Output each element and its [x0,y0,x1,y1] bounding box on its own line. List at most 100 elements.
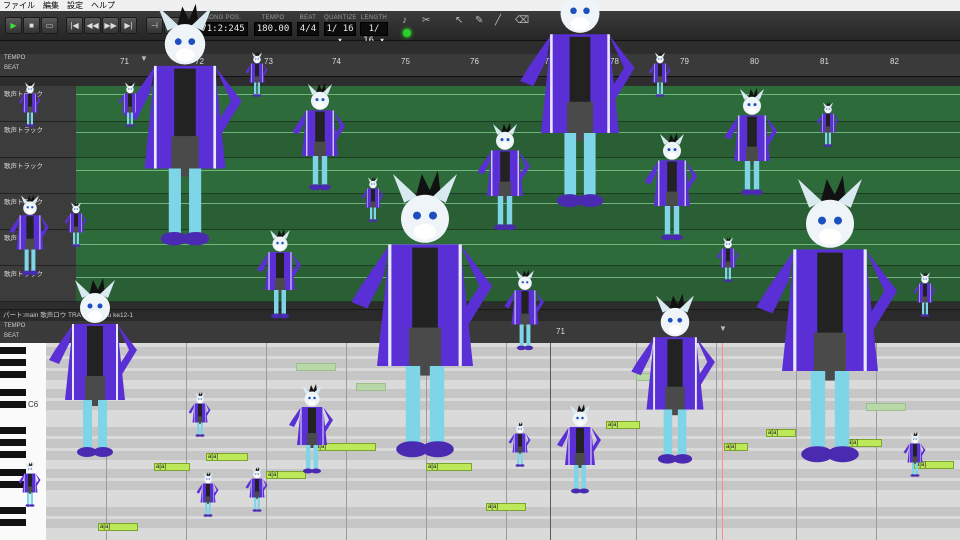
note[interactable]: a[a] [914,461,954,469]
note[interactable] [806,359,836,367]
note-lyric: a[a] [726,444,737,450]
note[interactable]: a[a] [314,443,376,451]
track-lane[interactable] [76,266,960,302]
stop-button[interactable]: ■ [23,17,40,34]
note-lyric: a[a] [208,454,219,460]
note-lyric: a[a] [848,440,859,446]
track-header[interactable]: 歌声トラック [0,194,76,230]
note-lyric: a[a] [268,472,279,478]
track-header[interactable]: 歌声トラック [0,122,76,158]
quantize-value[interactable]: 1/ 16 ▾ [324,22,356,46]
note-lyric: a[a] [156,464,167,470]
bar-number: 82 [890,57,899,66]
note[interactable]: a[a] [206,453,248,461]
note[interactable] [356,383,386,391]
tempo-row-label: TEMPO [4,323,26,329]
beat-value[interactable]: 4/4 [297,22,319,36]
tempo-row-label: TEMPO [4,55,26,61]
menu-file[interactable]: ファイル [3,0,35,11]
playhead-marker-icon[interactable]: ▼ [140,54,148,63]
bar-number: 71 [120,57,129,66]
track-name: 歌声トラック [4,235,43,242]
length-select: LENGTH 1/ 16 ▾ [360,15,388,46]
tempo-value[interactable]: 180.00 [254,22,292,36]
note-lyric: a[a] [100,524,111,530]
note-lyric: a[a] [768,430,779,436]
track-header[interactable]: 歌声トラック [0,230,76,266]
note[interactable]: a[a] [724,443,748,451]
tempo-label: TEMPO [261,15,285,21]
bar-number: 78 [610,57,619,66]
note-lyric: a[a] [488,504,499,510]
play-button[interactable]: ▶ [5,17,22,34]
go-start-button[interactable]: |◀ [66,17,83,34]
note-lyric: a[a] [608,422,619,428]
note-lyric: a[a] [316,444,327,450]
note[interactable]: a[a] [266,471,306,479]
note[interactable]: a[a] [606,421,640,429]
select-arrow-icon[interactable]: ↖ [455,15,463,26]
menu-help[interactable]: ヘルプ [91,0,115,11]
pencil-icon[interactable]: ✎ [475,15,483,26]
note-lyric: a[a] [916,462,927,468]
note-grid[interactable]: a[a] a[a] a[a] a[a] a[a] a[a] a[a] a[a] … [46,343,960,540]
track-lane[interactable] [76,86,960,122]
eraser-icon[interactable]: ⌫ [515,15,529,26]
bar-number: 71 [556,327,565,336]
bar-number: 80 [750,57,759,66]
menu-bar: ファイル 編集 設定 ヘルプ [0,0,960,11]
track-lane[interactable] [76,194,960,230]
song-pos-value[interactable]: 71:2:245 [198,22,248,36]
quantize-label: QUANTIZE [324,15,357,21]
beat-readout: BEAT 4/4 [297,15,319,39]
note-icon[interactable]: ♪ [402,15,407,26]
menu-settings[interactable]: 設定 [67,0,83,11]
track-lane[interactable] [76,230,960,266]
beat-row-label: BEAT [4,333,20,339]
beat-label: BEAT [299,15,317,21]
bar-number: 73 [264,57,273,66]
bar-number: 74 [332,57,341,66]
note[interactable] [296,363,336,371]
song-position: SONG POS. 71:2:245 [198,15,248,39]
note[interactable]: a[a] [486,503,526,511]
length-value[interactable]: 1/ 16 ▾ [360,22,388,46]
track-header[interactable]: 歌声トラック [0,158,76,194]
tools-icon[interactable]: ✂ [422,15,430,26]
quantize-select: QUANTIZE 1/ 16 ▾ [324,15,357,46]
loop-button[interactable]: ▭ [41,17,58,34]
track-lane[interactable] [76,158,960,194]
bar-number: 77 [540,57,549,66]
bar-number: 79 [680,57,689,66]
track-lane[interactable] [76,122,960,158]
song-pos-label: SONG POS. [204,15,242,21]
tempo-readout: TEMPO 180.00 [254,15,292,39]
piano-roll-ruler[interactable]: TEMPO BEAT 71 ▼ [0,321,960,343]
note[interactable]: a[a] [766,429,796,437]
track-name: 歌声トラック [4,163,43,170]
bar-number: 76 [470,57,479,66]
note[interactable]: a[a] [426,463,472,471]
marker-right-button[interactable]: ⊢ [164,17,181,34]
note[interactable] [866,403,906,411]
part-header: パート:main 歌声ロウ TRA R3:D-Stru ke12-1 [0,310,960,321]
note-lyric: a[a] [428,464,439,470]
note[interactable]: a[a] [98,523,138,531]
transport-toolbar: ▶ ■ ▭ |◀ ◀◀ ▶▶ ▶| ⊣ ⊢ SONG POS. 71:2:245… [0,11,960,46]
track-name: 歌声トラック [4,199,43,206]
menu-edit[interactable]: 編集 [43,0,59,11]
track-header[interactable]: 歌声トラック [0,266,76,302]
line-tool-icon[interactable]: ╱ [495,15,501,26]
track-header[interactable]: 歌声トラック [0,86,76,122]
marker-left-button[interactable]: ⊣ [146,17,163,34]
go-end-button[interactable]: ▶| [120,17,137,34]
track-name: 歌声トラック [4,271,43,278]
track-name: 歌声トラック [4,91,43,98]
piano-keyboard[interactable]: C6 [0,343,47,540]
rewind-button[interactable]: ◀◀ [84,17,101,34]
note[interactable]: a[a] [154,463,190,471]
forward-button[interactable]: ▶▶ [102,17,119,34]
playhead-marker-icon[interactable]: ▼ [719,324,727,333]
note[interactable]: a[a] [846,439,882,447]
note[interactable] [636,373,676,381]
